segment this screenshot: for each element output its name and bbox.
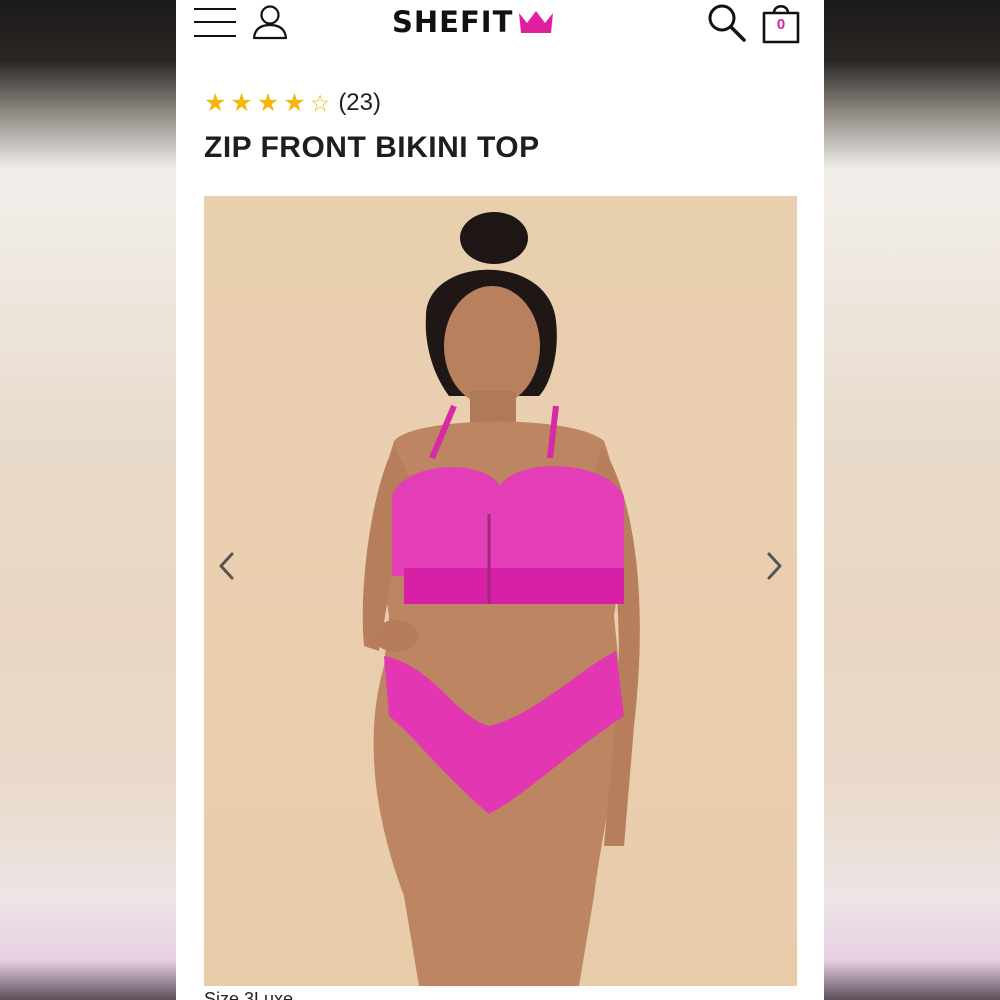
- background-left: [0, 0, 176, 1000]
- product-rating[interactable]: ★ ★ ★ ★ ☆ (23): [204, 88, 381, 118]
- crown-icon: [519, 11, 554, 33]
- product-photo: [362, 212, 640, 986]
- chevron-right-icon[interactable]: [759, 548, 789, 584]
- product-page: SHEFIT 0 ★ ★ ★ ★ ☆ (23) ZIP FRONT BIKINI…: [176, 0, 824, 1000]
- product-title: ZIP FRONT BIKINI TOP: [204, 131, 540, 164]
- image-caption: Size 3Luxe: [204, 989, 294, 1000]
- product-image-gallery[interactable]: [204, 196, 797, 986]
- cart-count: 0: [776, 16, 786, 33]
- review-count[interactable]: (23): [338, 88, 381, 118]
- brand-name: SHEFIT: [392, 5, 514, 39]
- brand-logo[interactable]: SHEFIT: [392, 4, 555, 40]
- star-filled-icon: ★: [256, 89, 280, 117]
- star-filled-icon: ★: [204, 89, 227, 117]
- star-empty-icon: ☆: [309, 90, 331, 116]
- search-icon[interactable]: [706, 2, 748, 44]
- background-right: [824, 0, 1000, 1000]
- hamburger-menu-icon[interactable]: [194, 5, 236, 39]
- star-filled-icon: ★: [230, 89, 253, 117]
- chevron-left-icon[interactable]: [212, 548, 242, 584]
- site-header: SHEFIT 0: [176, 0, 824, 48]
- user-icon[interactable]: [250, 2, 290, 42]
- star-filled-icon: ★: [283, 89, 306, 117]
- shopping-bag-icon[interactable]: 0: [760, 0, 802, 44]
